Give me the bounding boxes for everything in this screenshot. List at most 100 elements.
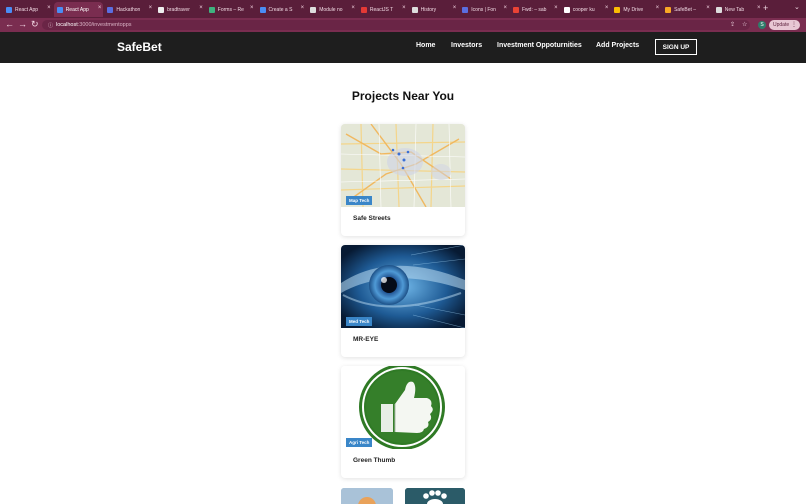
tab-label: My Drive xyxy=(623,6,644,13)
eye-image xyxy=(341,245,465,328)
tab-favicon-icon xyxy=(56,6,63,13)
tab-label: bradtraver xyxy=(167,6,190,13)
page-title: Projects Near You xyxy=(351,89,455,103)
tab-label: ReactJS T xyxy=(369,6,394,13)
url-host: localhost xyxy=(56,22,78,28)
tab-close-icon[interactable]: × xyxy=(250,5,254,11)
profile-avatar[interactable]: S xyxy=(758,21,766,29)
tab-favicon-icon xyxy=(665,6,672,13)
brand-logo[interactable]: SafeBet xyxy=(117,40,162,54)
tab-favicon-icon xyxy=(259,6,266,13)
site-navbar: SafeBet Home Investors Investment Oppotu… xyxy=(0,32,806,63)
tab-label: Fwd: – sab xyxy=(522,6,547,13)
project-title: MR-EYE xyxy=(353,336,379,343)
browser-tab[interactable]: New Tab × xyxy=(713,2,763,17)
share-icon[interactable]: ⇪ xyxy=(730,21,735,28)
browser-tab[interactable]: bradtraver × xyxy=(155,2,205,17)
new-tab-button[interactable]: + xyxy=(763,3,768,13)
tab-close-icon[interactable]: × xyxy=(503,5,507,11)
forward-icon[interactable]: → xyxy=(18,19,27,29)
project-card-mr-eye[interactable]: Med Tech MR-EYE xyxy=(341,245,465,357)
browser-tab[interactable]: React App × xyxy=(53,2,104,17)
nav-link-add-projects[interactable]: Add Projects xyxy=(596,42,639,49)
browser-tab[interactable]: SafeBet – × xyxy=(662,2,712,17)
browser-tab[interactable]: ReactJS T × xyxy=(358,2,408,17)
tab-favicon-icon xyxy=(360,6,367,13)
tab-close-icon[interactable]: × xyxy=(453,5,457,11)
tab-favicon-icon xyxy=(614,6,621,13)
update-label: Update xyxy=(773,22,790,28)
paw-image xyxy=(405,488,465,504)
profile-initial: S xyxy=(760,22,764,28)
tab-label: New Tab xyxy=(724,6,745,13)
tab-label: React App xyxy=(15,6,39,13)
tab-close-icon[interactable]: × xyxy=(149,5,153,11)
browser-tab[interactable]: Create a S × xyxy=(257,2,307,17)
project-card-green-thumb[interactable]: Agri Tech Green Thumb xyxy=(341,366,465,478)
tab-label: Forms – Re xyxy=(217,6,244,13)
tab-label: Module no xyxy=(319,6,343,13)
tab-close-icon[interactable]: × xyxy=(301,5,305,11)
browser-tab[interactable]: cooper ku × xyxy=(561,2,611,17)
tab-close-icon[interactable]: × xyxy=(199,5,203,11)
browser-tab[interactable]: Hackathon × xyxy=(104,2,154,17)
tab-favicon-icon xyxy=(462,6,469,13)
tab-close-icon[interactable]: × xyxy=(757,5,761,11)
back-icon[interactable]: ← xyxy=(5,19,14,29)
project-tag: Med Tech xyxy=(346,317,373,326)
tab-close-icon[interactable]: × xyxy=(706,5,710,11)
tab-close-icon[interactable]: × xyxy=(605,5,609,11)
project-card-safe-streets[interactable]: Map Tech Safe Streets xyxy=(341,124,465,236)
thumbs-up-image xyxy=(341,366,465,449)
tab-close-icon[interactable]: × xyxy=(656,5,660,11)
browser-tab[interactable]: My Drive × xyxy=(611,2,661,17)
tab-favicon-icon xyxy=(208,6,215,13)
project-tag: Map Tech xyxy=(346,196,373,205)
map-image xyxy=(341,124,465,207)
nav-link-investors[interactable]: Investors xyxy=(451,42,482,49)
tab-close-icon[interactable]: × xyxy=(98,5,102,11)
tab-close-icon[interactable]: × xyxy=(351,5,355,11)
project-title: Green Thumb xyxy=(353,457,396,464)
update-button[interactable]: Update ⋮ xyxy=(769,20,800,30)
tab-close-icon[interactable]: × xyxy=(554,5,558,11)
tab-favicon-icon xyxy=(158,6,165,13)
tab-favicon-icon xyxy=(563,6,570,13)
menu-dots-icon[interactable]: ⋮ xyxy=(791,21,797,28)
project-card-partial[interactable] xyxy=(341,488,393,504)
browser-toolbar: ← → ↻ ⓘ localhost:3000/investmentopps ⇪ … xyxy=(0,18,806,32)
project-image-partial xyxy=(341,488,393,504)
tab-favicon-icon xyxy=(6,6,12,13)
tab-favicon-icon xyxy=(715,6,722,13)
nav-link-investment-opportunities[interactable]: Investment Oppoturnities xyxy=(497,42,582,49)
tab-close-icon[interactable]: × xyxy=(47,5,51,11)
tab-favicon-icon xyxy=(513,6,519,13)
tab-label: Create a S xyxy=(268,6,293,13)
browser-tab[interactable]: React App × xyxy=(3,2,53,17)
project-title: Safe Streets xyxy=(353,215,391,222)
browser-tab[interactable]: Forms – Re × xyxy=(206,2,256,17)
tab-label: React App xyxy=(65,6,89,13)
tab-close-icon[interactable]: × xyxy=(402,5,406,11)
url-path: :3000/investmentopps xyxy=(77,22,132,28)
tab-label: Icons | Fon xyxy=(471,6,496,13)
bookmark-star-icon[interactable]: ☆ xyxy=(742,21,747,28)
sign-up-button[interactable]: SIGN UP xyxy=(655,39,697,55)
project-tag: Agri Tech xyxy=(346,438,373,447)
browser-tab[interactable]: History × xyxy=(409,2,459,17)
address-bar[interactable]: ⓘ localhost:3000/investmentopps xyxy=(42,20,750,30)
tab-favicon-icon xyxy=(310,6,317,13)
browser-tab[interactable]: Icons | Fon × xyxy=(459,2,509,17)
tab-label: SafeBet – xyxy=(674,6,697,13)
site-info-icon[interactable]: ⓘ xyxy=(48,22,53,29)
tab-label: cooper ku xyxy=(572,6,595,13)
project-card-partial[interactable] xyxy=(405,488,465,504)
tab-search-chevron-icon[interactable]: ⌄ xyxy=(794,3,800,11)
tab-favicon-icon xyxy=(411,6,418,13)
tab-favicon-icon xyxy=(107,6,114,13)
reload-icon[interactable]: ↻ xyxy=(31,19,39,30)
nav-link-home[interactable]: Home xyxy=(416,42,435,49)
browser-tab-bar: React App × React App × Hackathon × bradtraver… xyxy=(0,0,806,18)
browser-tab[interactable]: Module no × xyxy=(307,2,357,17)
browser-tab[interactable]: Fwd: – sab × xyxy=(510,2,560,17)
